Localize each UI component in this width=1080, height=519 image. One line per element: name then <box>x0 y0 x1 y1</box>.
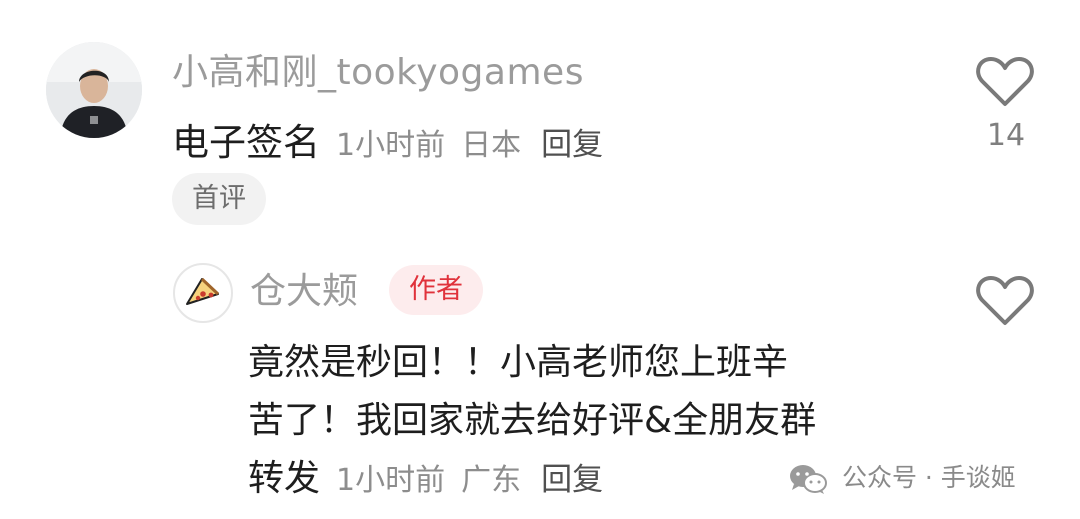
comment-time: 1小时前 <box>336 128 446 163</box>
comment-location: 日本 <box>461 128 522 163</box>
commenter-username[interactable]: 小高和刚_tookyogames <box>172 43 584 95</box>
reply-text-line-3-meta: 转发 1小时前 广东 回复 <box>248 449 603 501</box>
first-comment-badge: 首评 <box>172 173 266 225</box>
reply-username[interactable]: 仓大颊 <box>250 262 358 314</box>
reply-text-tail: 转发 <box>248 458 321 499</box>
watermark-text: 公众号 · 手谈姬 <box>841 463 1016 492</box>
comment-reply-button[interactable]: 回复 <box>541 127 603 163</box>
reply-reply-button[interactable]: 回复 <box>541 462 603 498</box>
heart-outline-icon <box>976 57 1034 106</box>
avatar-reply-author[interactable] <box>173 263 233 323</box>
watermark: 公众号 · 手谈姬 <box>788 458 1016 495</box>
comment-like-count: 14 <box>986 118 1026 153</box>
reply-text-line-1: 竟然是秒回！！小高老师您上班辛 <box>248 342 789 383</box>
reply-location: 广东 <box>461 463 522 498</box>
wechat-icon <box>790 465 827 494</box>
reply-text-line-2: 苦了！我回家就去给好评&全朋友群 <box>248 400 817 441</box>
author-badge: 作者 <box>389 265 483 315</box>
comment-text: 电子签名 <box>172 121 320 164</box>
comment-like-button[interactable] <box>975 56 1035 108</box>
heart-outline-icon <box>976 276 1034 325</box>
avatar-main-commenter[interactable] <box>46 42 142 138</box>
reply-time: 1小时前 <box>336 463 446 498</box>
comment-body: 电子签名 1小时前 日本 回复 <box>172 112 603 166</box>
reply-like-button[interactable] <box>975 275 1035 327</box>
